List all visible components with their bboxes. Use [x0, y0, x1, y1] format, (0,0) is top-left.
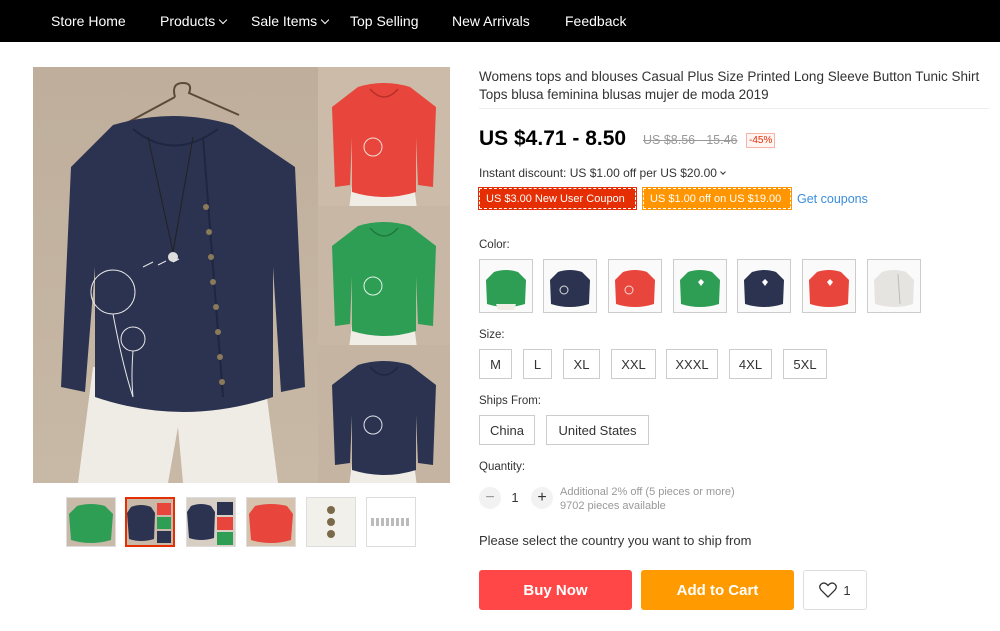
side-image-green[interactable]	[318, 206, 450, 345]
size-option-xl[interactable]: XL	[563, 349, 600, 379]
color-swatch-red-heart[interactable]	[802, 259, 856, 313]
size-option-l[interactable]: L	[523, 349, 552, 379]
nav-top-selling-label: Top Selling	[350, 13, 419, 29]
nav-products-label: Products	[160, 13, 216, 29]
quantity-decrement-button[interactable]: −	[479, 487, 501, 509]
bulk-discount-note: Additional 2% off (5 pieces or more)	[560, 486, 735, 498]
nav-new-arrivals-label: New Arrivals	[452, 13, 530, 29]
original-price: US $8.56 - 15.46	[643, 133, 738, 147]
new-user-coupon[interactable]: US $3.00 New User Coupon	[478, 187, 637, 210]
main-product-image[interactable]	[33, 67, 318, 483]
nav-sale-items-label: Sale Items	[251, 13, 318, 29]
color-swatch-green[interactable]	[479, 259, 533, 313]
ship-country-message: Please select the country you want to sh…	[479, 533, 752, 548]
product-title: Womens tops and blouses Casual Plus Size…	[479, 69, 980, 102]
store-coupon[interactable]: US $1.00 off on US $19.00	[642, 187, 792, 210]
nav-top-selling[interactable]: Top Selling	[350, 13, 419, 29]
quantity-label: Quantity:	[479, 461, 526, 473]
nav-feedback[interactable]: Feedback	[565, 13, 626, 29]
color-swatch-red[interactable]	[608, 259, 662, 313]
nav-products[interactable]: Products	[160, 13, 228, 29]
thumbnail-green[interactable]	[66, 497, 116, 547]
nav-new-arrivals[interactable]: New Arrivals	[452, 13, 530, 29]
get-coupons-link[interactable]: Get coupons	[797, 192, 868, 206]
size-option-m[interactable]: M	[479, 349, 512, 379]
side-image-red[interactable]	[318, 67, 450, 206]
color-swatch-navy[interactable]	[543, 259, 597, 313]
chevron-down-icon	[219, 15, 228, 25]
instant-discount[interactable]: Instant discount: US $1.00 off per US $2…	[479, 166, 726, 180]
product-gallery	[33, 67, 450, 483]
nav-store-home-label: Store Home	[51, 13, 126, 29]
thumbnail-navy-selected[interactable]	[125, 497, 175, 547]
quantity-note: Additional 2% off (5 pieces or more) 970…	[560, 485, 735, 513]
color-swatch-white[interactable]	[867, 259, 921, 313]
thumbnail-navy-heart[interactable]	[186, 497, 236, 547]
size-option-4xl[interactable]: 4XL	[729, 349, 772, 379]
instant-discount-text: Instant discount: US $1.00 off per US $2…	[479, 166, 717, 180]
store-nav-bar: Store Home Products Sale Items Top Selli…	[0, 0, 1000, 42]
chevron-down-icon	[720, 169, 726, 175]
nav-feedback-label: Feedback	[565, 13, 627, 29]
heart-icon	[819, 582, 838, 598]
color-label: Color:	[479, 239, 510, 251]
ships-from-united-states[interactable]: United States	[546, 415, 649, 445]
price: US $4.71 - 8.50	[479, 127, 627, 150]
divider	[479, 108, 989, 109]
ships-from-china[interactable]: China	[479, 415, 535, 445]
size-option-5xl[interactable]: 5XL	[783, 349, 827, 379]
discount-badge: -45%	[746, 133, 776, 148]
nav-store-home[interactable]: Store Home	[51, 13, 126, 29]
color-swatch-navy-heart[interactable]	[737, 259, 791, 313]
thumbnail-red[interactable]	[246, 497, 296, 547]
quantity-value[interactable]: 1	[508, 490, 522, 505]
add-to-cart-button[interactable]: Add to Cart	[641, 570, 794, 610]
buy-now-button[interactable]: Buy Now	[479, 570, 632, 610]
stock-available: 9702 pieces available	[560, 500, 666, 512]
wishlist-count: 1	[843, 582, 851, 598]
wishlist-button[interactable]: 1	[803, 570, 867, 610]
size-option-xxxl[interactable]: XXXL	[666, 349, 718, 379]
ships-from-label: Ships From:	[479, 395, 541, 407]
side-image-navy[interactable]	[318, 345, 450, 483]
thumbnail-size-chart[interactable]	[366, 497, 416, 547]
size-label: Size:	[479, 329, 505, 341]
chevron-down-icon	[320, 15, 330, 25]
thumbnail-button-detail[interactable]	[306, 497, 356, 547]
quantity-increment-button[interactable]: +	[531, 487, 553, 509]
nav-sale-items[interactable]: Sale Items	[251, 13, 330, 29]
size-option-xxl[interactable]: XXL	[611, 349, 656, 379]
color-swatch-green-heart[interactable]	[673, 259, 727, 313]
